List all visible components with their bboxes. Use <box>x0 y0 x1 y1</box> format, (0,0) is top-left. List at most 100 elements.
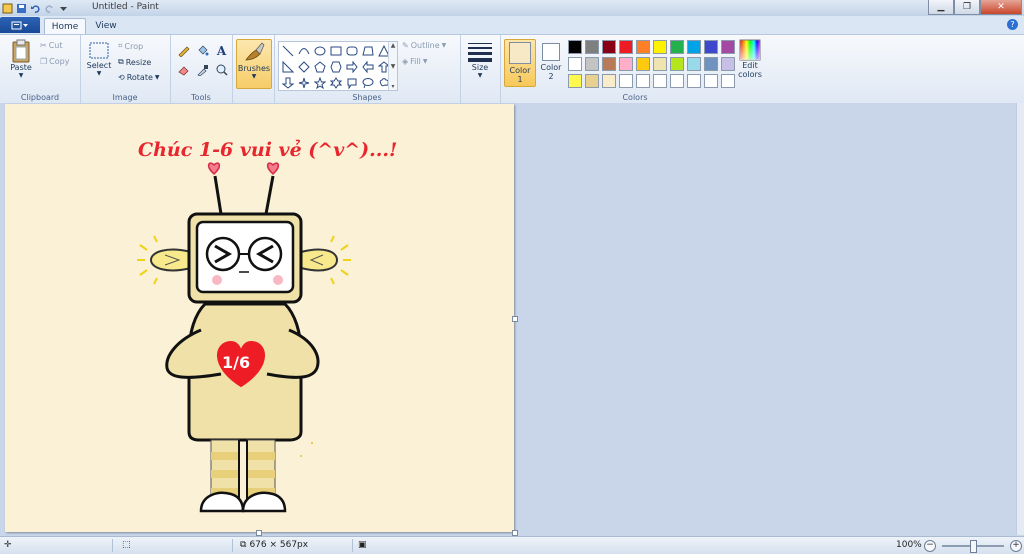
line-shape-icon[interactable] <box>281 44 294 57</box>
canvas-resize-handle-right[interactable] <box>512 316 518 322</box>
vertical-scrollbar[interactable] <box>1016 103 1024 535</box>
palette-swatch[interactable] <box>670 74 684 88</box>
tab-view[interactable]: View <box>88 18 124 34</box>
tab-home[interactable]: Home <box>44 18 86 35</box>
redo-icon[interactable] <box>44 3 55 14</box>
polygon-shape-icon[interactable] <box>361 44 374 57</box>
zoom-in-button[interactable]: + <box>1010 540 1022 552</box>
paste-dropdown-icon[interactable]: ▼ <box>19 72 24 79</box>
heart-text: 1/6 <box>222 353 250 372</box>
customize-toolbar-icon[interactable] <box>58 3 69 14</box>
four-point-star-shape-icon[interactable] <box>297 76 310 89</box>
palette-swatch[interactable] <box>653 57 667 71</box>
help-icon[interactable]: ? <box>1007 19 1018 30</box>
palette-swatch[interactable] <box>568 57 582 71</box>
pentagon-shape-icon[interactable] <box>313 60 326 73</box>
text-tool-icon[interactable]: A <box>214 43 229 58</box>
resize-button[interactable]: ⧉ Resize <box>118 57 151 67</box>
fill-bucket-icon[interactable] <box>195 43 210 58</box>
oval-callout-shape-icon[interactable] <box>361 76 374 89</box>
palette-swatch[interactable] <box>568 40 582 54</box>
palette-swatch[interactable] <box>704 74 718 88</box>
fill-dropdown-icon: ▼ <box>422 58 428 65</box>
curve-shape-icon[interactable] <box>297 44 310 57</box>
palette-swatch[interactable] <box>568 74 582 88</box>
palette-swatch[interactable] <box>602 40 616 54</box>
six-point-star-shape-icon[interactable] <box>329 76 342 89</box>
zoom-out-button[interactable]: − <box>924 540 936 552</box>
palette-swatch[interactable] <box>636 57 650 71</box>
outline-button[interactable]: ✎ Outline ▼ <box>402 41 446 50</box>
right-triangle-shape-icon[interactable] <box>281 60 294 73</box>
edit-colors-button[interactable]: Edit colors <box>734 39 766 79</box>
paint-menu-button[interactable] <box>0 17 40 33</box>
palette-swatch[interactable] <box>619 74 633 88</box>
five-point-star-shape-icon[interactable] <box>313 76 326 89</box>
robot-drawing: Chúc 1-6 vui vẻ (^v^)...! 1/6 <box>137 139 397 513</box>
palette-swatch[interactable] <box>636 40 650 54</box>
right-arrow-shape-icon[interactable] <box>345 60 358 73</box>
maximize-button[interactable]: ❐ <box>954 0 980 15</box>
zoom-slider-thumb[interactable] <box>970 540 977 553</box>
eraser-tool-icon[interactable] <box>176 62 191 77</box>
color2-button[interactable]: Color 2 <box>536 39 566 85</box>
palette-swatch[interactable] <box>704 57 718 71</box>
rounded-callout-shape-icon[interactable] <box>345 76 358 89</box>
copy-button[interactable]: ❐ Copy <box>40 57 69 66</box>
close-button[interactable]: ✕ <box>980 0 1022 15</box>
minimize-button[interactable]: ▁ <box>928 0 954 15</box>
left-arrow-shape-icon[interactable] <box>361 60 374 73</box>
rectangle-shape-icon[interactable] <box>329 44 342 57</box>
palette-swatch[interactable] <box>602 74 616 88</box>
palette-swatch[interactable] <box>721 40 735 54</box>
select-button[interactable]: Select ▼ <box>84 41 114 77</box>
crop-icon: ⌗ <box>118 41 123 50</box>
tools-group: A Tools <box>170 35 233 103</box>
undo-icon[interactable] <box>30 3 41 14</box>
palette-swatch[interactable] <box>585 57 599 71</box>
color1-button[interactable]: Color 1 <box>504 39 536 87</box>
fill-button[interactable]: ◈ Fill ▼ <box>402 57 427 66</box>
paint-app-icon[interactable] <box>2 3 13 14</box>
palette-swatch[interactable] <box>653 74 667 88</box>
cut-button[interactable]: ✂ Cut <box>40 41 63 50</box>
palette-swatch[interactable] <box>636 74 650 88</box>
size-button[interactable]: Size ▼ <box>465 41 495 79</box>
palette-swatch[interactable] <box>585 74 599 88</box>
palette-swatch[interactable] <box>721 74 735 88</box>
shapes-scrollbar[interactable]: ▲ ▼ ▾ <box>388 42 397 90</box>
palette-swatch[interactable] <box>704 40 718 54</box>
select-dropdown-icon[interactable]: ▼ <box>97 70 102 77</box>
palette-swatch[interactable] <box>653 40 667 54</box>
rounded-rectangle-shape-icon[interactable] <box>345 44 358 57</box>
palette-swatch[interactable] <box>619 40 633 54</box>
palette-swatch[interactable] <box>721 57 735 71</box>
oval-shape-icon[interactable] <box>313 44 326 57</box>
color-palette <box>568 40 735 88</box>
palette-swatch[interactable] <box>670 40 684 54</box>
palette-swatch[interactable] <box>585 40 599 54</box>
crop-button[interactable]: ⌗ Crop <box>118 41 143 51</box>
drawing-canvas[interactable]: Chúc 1-6 vui vẻ (^v^)...! 1/6 <box>5 104 514 532</box>
palette-swatch[interactable] <box>619 57 633 71</box>
palette-swatch[interactable] <box>687 40 701 54</box>
brushes-button[interactable]: Brushes ▼ <box>236 39 272 89</box>
magnifier-icon[interactable] <box>214 62 229 77</box>
hexagon-shape-icon[interactable] <box>329 60 342 73</box>
rotate-button[interactable]: ⟲ Rotate ▼ <box>118 73 160 82</box>
down-arrow-shape-icon[interactable] <box>281 76 294 89</box>
size-dropdown-icon: ▼ <box>477 72 483 79</box>
color-picker-icon[interactable] <box>195 62 210 77</box>
save-icon[interactable] <box>16 3 27 14</box>
diamond-shape-icon[interactable] <box>297 60 310 73</box>
palette-swatch[interactable] <box>602 57 616 71</box>
antenna-right <box>264 162 280 215</box>
cursor-position-icon: ✛ <box>4 540 12 550</box>
paste-button[interactable]: Paste ▼ <box>6 39 36 79</box>
rotate-icon: ⟲ <box>118 73 125 82</box>
palette-swatch[interactable] <box>687 57 701 71</box>
palette-swatch[interactable] <box>670 57 684 71</box>
rotate-dropdown-icon: ▼ <box>154 74 160 81</box>
pencil-tool-icon[interactable] <box>176 43 191 58</box>
palette-swatch[interactable] <box>687 74 701 88</box>
